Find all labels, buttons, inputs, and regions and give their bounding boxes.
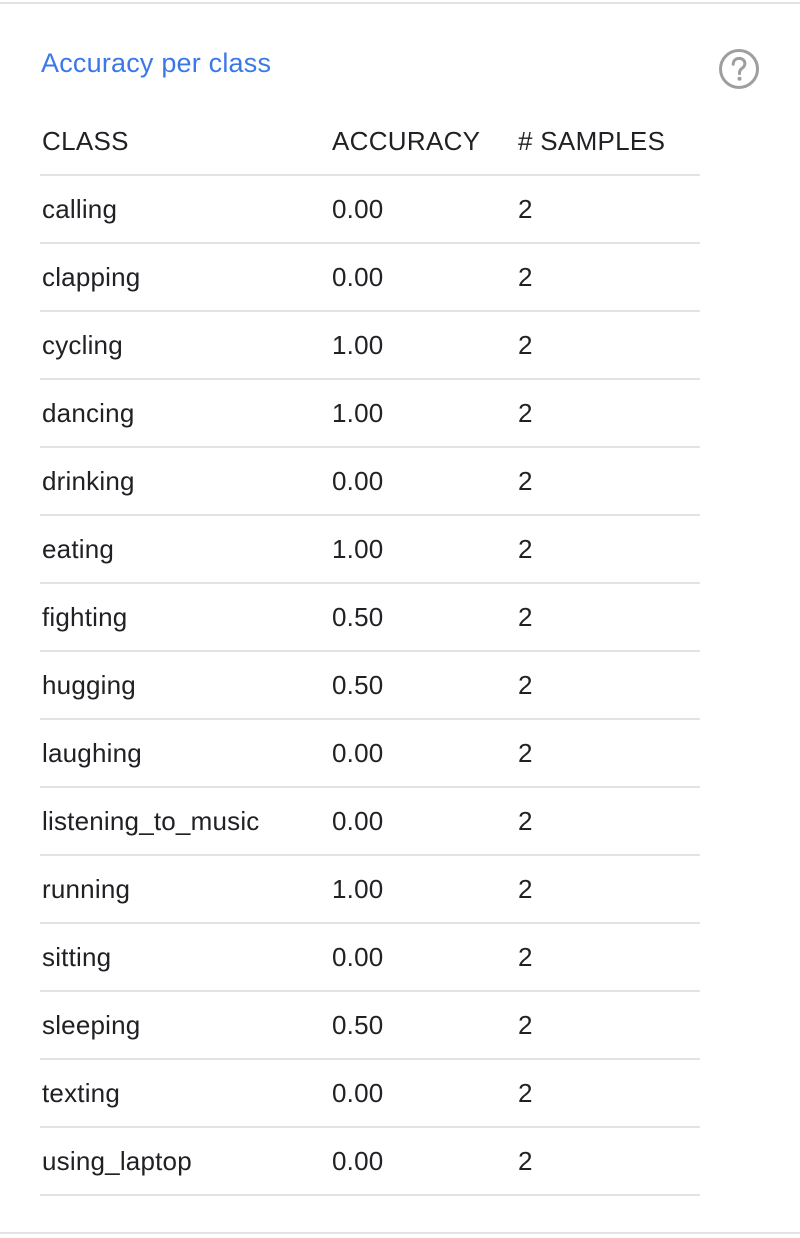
- cell-accuracy: 0.50: [332, 991, 518, 1060]
- panel-title: Accuracy per class: [41, 48, 272, 78]
- table-row: listening_to_music 0.00 2: [40, 787, 700, 856]
- table-row: clapping 0.00 2: [40, 243, 700, 312]
- cell-class: texting: [40, 1059, 332, 1128]
- cell-class: cycling: [40, 311, 332, 380]
- table-header-row: CLASS ACCURACY # SAMPLES: [40, 108, 700, 176]
- table-row: texting 0.00 2: [40, 1059, 700, 1128]
- column-header-samples: # SAMPLES: [518, 108, 700, 176]
- cell-class: eating: [40, 515, 332, 584]
- cell-samples: 2: [518, 515, 700, 584]
- cell-class: dancing: [40, 379, 332, 448]
- cell-samples: 2: [518, 583, 700, 652]
- cell-samples: 2: [518, 1059, 700, 1128]
- table-row: calling 0.00 2: [40, 175, 700, 244]
- cell-samples: 2: [518, 447, 700, 516]
- cell-samples: 2: [518, 243, 700, 312]
- cell-samples: 2: [518, 651, 700, 720]
- cell-samples: 2: [518, 1127, 700, 1196]
- cell-samples: 2: [518, 991, 700, 1060]
- table-row: sitting 0.00 2: [40, 923, 700, 992]
- cell-samples: 2: [518, 923, 700, 992]
- accuracy-per-class-panel: Accuracy per class CLASS ACCURACY # SAMP…: [0, 2, 800, 1234]
- cell-accuracy: 0.50: [332, 651, 518, 720]
- column-header-accuracy: ACCURACY: [332, 108, 518, 176]
- cell-accuracy: 1.00: [332, 311, 518, 380]
- cell-samples: 2: [518, 787, 700, 856]
- cell-samples: 2: [518, 379, 700, 448]
- cell-samples: 2: [518, 855, 700, 924]
- cell-accuracy: 0.00: [332, 1127, 518, 1196]
- cell-accuracy: 0.00: [332, 175, 518, 244]
- cell-class: clapping: [40, 243, 332, 312]
- cell-accuracy: 0.00: [332, 787, 518, 856]
- table-row: fighting 0.50 2: [40, 583, 700, 652]
- table-row: eating 1.00 2: [40, 515, 700, 584]
- column-header-class: CLASS: [40, 108, 332, 176]
- cell-accuracy: 1.00: [332, 379, 518, 448]
- cell-class: using_laptop: [40, 1127, 332, 1196]
- table-row: using_laptop 0.00 2: [40, 1127, 700, 1196]
- cell-class: sitting: [40, 923, 332, 992]
- table-row: hugging 0.50 2: [40, 651, 700, 720]
- table-body: calling 0.00 2 clapping 0.00 2 cycling 1.00 2 dan…: [40, 175, 700, 1196]
- cell-class: sleeping: [40, 991, 332, 1060]
- table-row: running 1.00 2: [40, 855, 700, 924]
- cell-class: fighting: [40, 583, 332, 652]
- cell-accuracy: 0.00: [332, 1059, 518, 1128]
- cell-accuracy: 0.00: [332, 923, 518, 992]
- help-circle-icon[interactable]: [717, 47, 761, 91]
- table-row: dancing 1.00 2: [40, 379, 700, 448]
- table-row: cycling 1.00 2: [40, 311, 700, 380]
- table-row: sleeping 0.50 2: [40, 991, 700, 1060]
- accuracy-table: CLASS ACCURACY # SAMPLES calling 0.00 2 cla…: [40, 108, 700, 1196]
- cell-samples: 2: [518, 311, 700, 380]
- cell-class: running: [40, 855, 332, 924]
- cell-samples: 2: [518, 719, 700, 788]
- cell-class: drinking: [40, 447, 332, 516]
- cell-accuracy: 1.00: [332, 515, 518, 584]
- cell-accuracy: 0.00: [332, 243, 518, 312]
- cell-accuracy: 1.00: [332, 855, 518, 924]
- cell-accuracy: 0.50: [332, 583, 518, 652]
- cell-class: laughing: [40, 719, 332, 788]
- cell-class: hugging: [40, 651, 332, 720]
- cell-accuracy: 0.00: [332, 447, 518, 516]
- cell-accuracy: 0.00: [332, 719, 518, 788]
- cell-class: listening_to_music: [40, 787, 332, 856]
- cell-class: calling: [40, 175, 332, 244]
- table-row: laughing 0.00 2: [40, 719, 700, 788]
- table-row: drinking 0.00 2: [40, 447, 700, 516]
- cell-samples: 2: [518, 175, 700, 244]
